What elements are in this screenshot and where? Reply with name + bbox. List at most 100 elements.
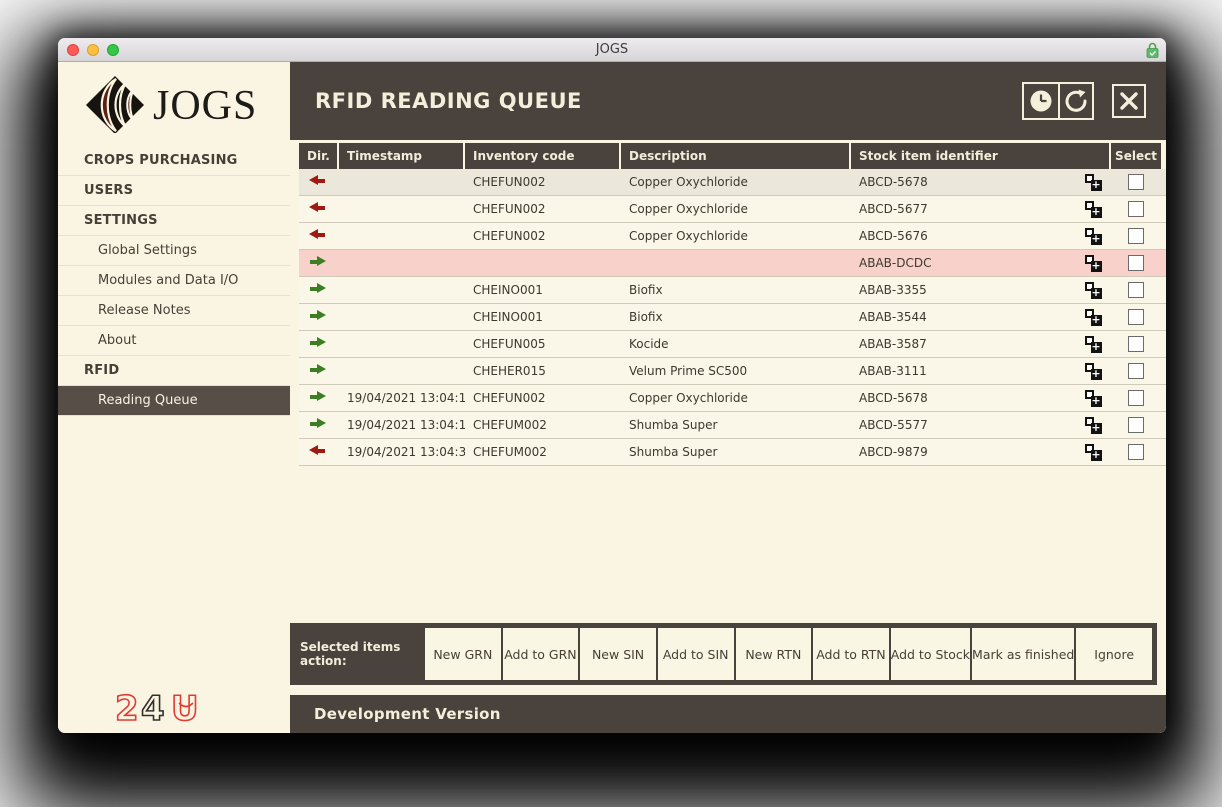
duplicate-record-icon[interactable]: + xyxy=(1085,201,1102,218)
description-cell: Shumba Super xyxy=(621,445,851,459)
version-footer: Development Version xyxy=(290,695,1166,733)
select-checkbox[interactable] xyxy=(1128,363,1144,379)
duplicate-record-icon[interactable]: + xyxy=(1085,390,1102,407)
sidebar-item-rfid[interactable]: RFID xyxy=(58,356,290,386)
table-row[interactable]: CHEFUN002 Copper Oxychloride ABCD-5678 + xyxy=(299,169,1166,196)
select-checkbox[interactable] xyxy=(1128,444,1144,460)
sidebar-item-crops-purchasing[interactable]: CROPS PURCHASING xyxy=(58,146,290,176)
select-checkbox[interactable] xyxy=(1128,255,1144,271)
direction-arrow-right-icon xyxy=(309,391,326,402)
select-checkbox[interactable] xyxy=(1128,282,1144,298)
select-checkbox[interactable] xyxy=(1128,417,1144,433)
select-checkbox[interactable] xyxy=(1128,336,1144,352)
encryption-lock-icon xyxy=(1146,42,1159,58)
sidebar-item-users[interactable]: USERS xyxy=(58,176,290,206)
refresh-icon xyxy=(1064,89,1088,113)
direction-arrow-left-icon xyxy=(309,229,326,240)
direction-arrow-right-icon xyxy=(309,337,326,348)
duplicate-record-icon[interactable]: + xyxy=(1085,336,1102,353)
select-checkbox[interactable] xyxy=(1128,228,1144,244)
action-button-add-to-rtn[interactable]: Add to RTN xyxy=(813,628,889,680)
select-checkbox[interactable] xyxy=(1128,390,1144,406)
description-cell: Kocide xyxy=(621,337,851,351)
duplicate-record-icon[interactable]: + xyxy=(1085,309,1102,326)
inventory-code-cell: CHEFUN002 xyxy=(465,229,621,243)
clock-button[interactable] xyxy=(1024,84,1058,118)
close-button[interactable] xyxy=(1112,84,1146,118)
direction-arrow-right-icon xyxy=(309,256,326,267)
duplicate-record-icon[interactable]: + xyxy=(1085,417,1102,434)
select-checkbox[interactable] xyxy=(1128,309,1144,325)
table-row[interactable]: CHEFUN002 Copper Oxychloride ABCD-5676 + xyxy=(299,223,1166,250)
sidebar-menu: CROPS PURCHASING USERS SETTINGS Global S… xyxy=(58,146,290,416)
description-cell: Copper Oxychloride xyxy=(621,229,851,243)
action-button-ignore[interactable]: Ignore xyxy=(1076,628,1152,680)
description-cell: Copper Oxychloride xyxy=(621,175,851,189)
table-row[interactable]: CHEINO001 Biofix ABAB-3355 + xyxy=(299,277,1166,304)
inventory-code-cell: CHEINO001 xyxy=(465,310,621,324)
sidebar-item-modules-and-data-io[interactable]: Modules and Data I/O xyxy=(58,266,290,296)
duplicate-record-icon[interactable]: + xyxy=(1085,444,1102,461)
column-header-select: Select xyxy=(1111,143,1161,169)
stock-item-identifier-cell: ABAB-3587 xyxy=(851,337,1071,351)
table-row[interactable]: 19/04/2021 13:04:14 CHEFUM002 Shumba Sup… xyxy=(299,412,1166,439)
table-row[interactable]: 19/04/2021 13:04:14 CHEFUN002 Copper Oxy… xyxy=(299,385,1166,412)
duplicate-record-icon[interactable]: + xyxy=(1085,363,1102,380)
direction-cell xyxy=(299,418,339,432)
direction-cell xyxy=(299,337,339,351)
jogs-logo: JOGS xyxy=(58,62,290,146)
sidebar-item-label: SETTINGS xyxy=(84,213,158,228)
sidebar-item-about[interactable]: About xyxy=(58,326,290,356)
sidebar-item-label: Global Settings xyxy=(98,243,197,258)
inventory-code-cell: CHEHER015 xyxy=(465,364,621,378)
sidebar-item-global-settings[interactable]: Global Settings xyxy=(58,236,290,266)
action-button-mark-as-finished[interactable]: Mark as finished xyxy=(972,628,1074,680)
app-window: JOGS JOGS xyxy=(58,38,1166,733)
action-button-new-grn[interactable]: New GRN xyxy=(425,628,501,680)
duplicate-record-icon[interactable]: + xyxy=(1085,255,1102,272)
action-button-add-to-stock[interactable]: Add to Stock xyxy=(891,628,970,680)
action-buttons: New GRN Add to GRN New SIN Add to SIN Ne… xyxy=(423,628,1152,680)
sidebar-item-label: Reading Queue xyxy=(98,393,198,408)
column-header-inventory-code: Inventory code xyxy=(465,143,621,169)
action-button-add-to-grn[interactable]: Add to GRN xyxy=(503,628,579,680)
column-header-dir: Dir. xyxy=(299,143,339,169)
column-header-timestamp: Timestamp xyxy=(339,143,465,169)
version-label: Development Version xyxy=(314,705,501,723)
stock-item-identifier-cell: ABAB-3111 xyxy=(851,364,1071,378)
action-button-add-to-sin[interactable]: Add to SIN xyxy=(658,628,734,680)
direction-cell xyxy=(299,364,339,378)
header-button-group xyxy=(1022,82,1094,120)
timestamp-cell: 19/04/2021 13:04:14 xyxy=(339,391,465,405)
close-icon xyxy=(1119,91,1139,111)
sidebar-item-release-notes[interactable]: Release Notes xyxy=(58,296,290,326)
duplicate-record-icon[interactable]: + xyxy=(1085,174,1102,191)
stock-item-identifier-cell: ABCD-5676 xyxy=(851,229,1071,243)
select-checkbox[interactable] xyxy=(1128,174,1144,190)
sidebar-item-reading-queue[interactable]: Reading Queue xyxy=(58,386,290,416)
action-button-new-sin[interactable]: New SIN xyxy=(580,628,656,680)
svg-text:JOGS: JOGS xyxy=(153,83,257,129)
sidebar-item-settings[interactable]: SETTINGS xyxy=(58,206,290,236)
inventory-code-cell: CHEFUM002 xyxy=(465,445,621,459)
action-button-new-rtn[interactable]: New RTN xyxy=(736,628,812,680)
sidebar-item-label: Modules and Data I/O xyxy=(98,273,238,288)
duplicate-record-icon[interactable]: + xyxy=(1085,228,1102,245)
table-row[interactable]: CHEFUN005 Kocide ABAB-3587 + xyxy=(299,331,1166,358)
duplicate-record-icon[interactable]: + xyxy=(1085,282,1102,299)
sidebar-item-label: RFID xyxy=(84,363,119,378)
table-row[interactable]: CHEHER015 Velum Prime SC500 ABAB-3111 + xyxy=(299,358,1166,385)
table-row[interactable]: CHEINO001 Biofix ABAB-3544 + xyxy=(299,304,1166,331)
table-row[interactable]: CHEFUN002 Copper Oxychloride ABCD-5677 + xyxy=(299,196,1166,223)
table-row[interactable]: 19/04/2021 13:04:34 CHEFUM002 Shumba Sup… xyxy=(299,439,1166,466)
inventory-code-cell: CHEINO001 xyxy=(465,283,621,297)
titlebar: JOGS xyxy=(58,38,1166,62)
description-cell: Velum Prime SC500 xyxy=(621,364,851,378)
24u-logo: 2 4 U xyxy=(58,688,290,733)
stock-item-identifier-cell: ABCD-9879 xyxy=(851,445,1071,459)
direction-cell xyxy=(299,229,339,243)
direction-cell xyxy=(299,175,339,189)
select-checkbox[interactable] xyxy=(1128,201,1144,217)
table-row[interactable]: ABAB-DCDC + xyxy=(299,250,1166,277)
refresh-button[interactable] xyxy=(1058,84,1092,118)
